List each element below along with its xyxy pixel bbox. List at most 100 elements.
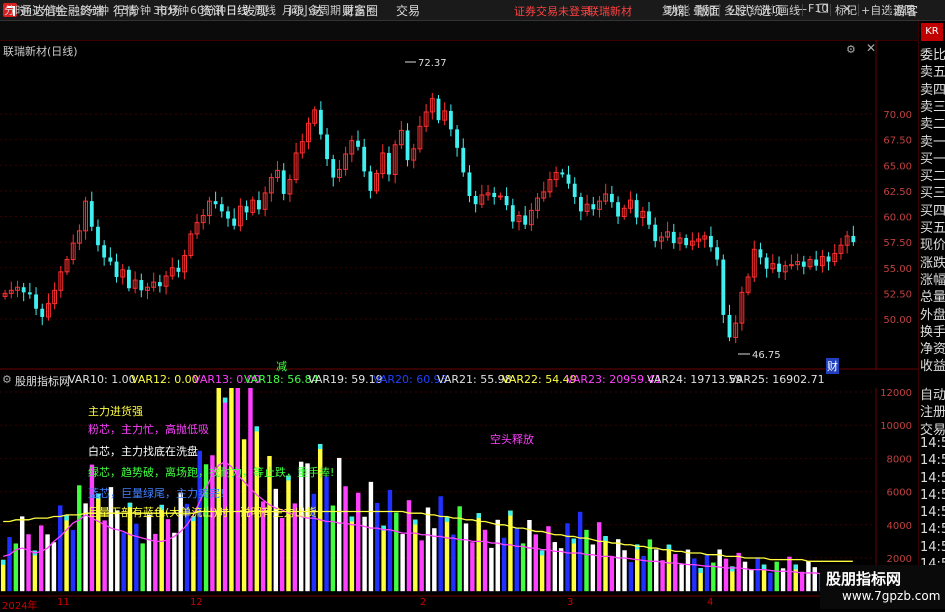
candle-body — [616, 202, 620, 217]
indicator-bar — [400, 534, 405, 592]
tool-f10[interactable]: F10 — [808, 2, 828, 15]
period-5min[interactable]: 5分钟 — [80, 2, 109, 18]
indicator-bar — [153, 533, 158, 592]
sidebar-label-6: 买一 — [920, 151, 945, 167]
finance-marker: 财 — [826, 358, 839, 374]
period-toolbar — [0, 21, 918, 41]
candle-body — [232, 218, 237, 226]
candle-body — [591, 204, 596, 210]
candle-body — [461, 147, 466, 173]
indicator-bar — [546, 526, 551, 592]
indicator-bar — [590, 544, 596, 592]
y-tick-label: 55.00 — [883, 264, 912, 275]
indicator-bar — [19, 516, 25, 592]
indicator-bar — [673, 554, 678, 592]
indicator-bar — [615, 539, 621, 592]
candle-body — [89, 201, 94, 227]
tool-diejia[interactable]: 叠加 — [693, 2, 715, 18]
candle-body — [504, 196, 509, 206]
indicator-bar — [489, 547, 494, 592]
candle-body — [157, 282, 162, 287]
tool-duogu[interactable]: 多股 — [724, 2, 746, 18]
indicator-bar — [349, 516, 355, 592]
sidebar-label-3: 14:5 — [920, 435, 945, 451]
period-monthly[interactable]: 月线 — [282, 2, 304, 18]
sidebar-label-1: 注册 — [920, 405, 945, 421]
legend-line-3: 白芯，主力找底在洗盘 — [88, 445, 198, 458]
indicator-bar — [539, 550, 545, 592]
indicator-bar — [660, 560, 665, 592]
candle-body — [851, 235, 856, 243]
period-fenshi[interactable]: 分时 — [4, 2, 26, 18]
toolbar-divider — [889, 4, 890, 16]
indicator-bar — [7, 537, 12, 592]
sidebar-label-4: 卖二 — [920, 117, 945, 133]
candlestick-chart[interactable]: 50.00 52.50 55.00 57.50 60.00 62.50 65.00 67.50… — [0, 40, 918, 370]
indicator-bar — [685, 549, 691, 592]
period-more[interactable]: 更多 — [343, 2, 365, 18]
sidebar-label-11: 现价 — [920, 238, 945, 254]
indicator-name[interactable]: 股朋指标网 — [15, 373, 70, 389]
candle-body — [318, 109, 323, 135]
sidebar-label-17: 净资 — [920, 342, 945, 358]
candle-body — [281, 170, 286, 194]
toolbar-divider — [688, 4, 689, 16]
indicator-bar — [622, 550, 627, 592]
indicator-bar — [749, 569, 754, 592]
chevron-right-icon[interactable]: › — [367, 2, 371, 15]
bar-cap — [254, 426, 260, 432]
period-15min[interactable]: 15分钟 — [115, 2, 151, 18]
chart-close-icon[interactable]: ✕ — [866, 41, 876, 55]
legend-line-2: 粉芯，主力忙，高抛低吸 — [88, 423, 209, 436]
var25-value: VAR25: 16902.71 — [729, 373, 825, 386]
indicator-bar — [609, 556, 615, 592]
chart-settings-icon[interactable]: ⚙ — [846, 43, 856, 56]
bar-cap — [444, 516, 450, 522]
period-daily[interactable]: 日线 — [226, 2, 248, 18]
candle-body — [473, 196, 478, 205]
tool-biaoji[interactable]: 标记 — [835, 2, 857, 18]
candle-body — [801, 261, 806, 267]
tool-add-favorite[interactable]: +自选 — [861, 2, 892, 18]
tool-fuquan[interactable]: 复权 — [662, 2, 684, 18]
bar-cap — [603, 536, 608, 542]
y-tick-label: 52.50 — [883, 289, 912, 300]
y-tick-label: 10000 — [880, 421, 912, 432]
login-warning[interactable]: 证券交易未登录 — [514, 3, 591, 19]
candle-body — [510, 205, 515, 222]
bar-cap — [413, 519, 418, 525]
candle-body — [814, 259, 819, 266]
indicator-bar — [755, 557, 760, 592]
candle-body — [634, 200, 639, 218]
date-year: 2024年 — [2, 601, 38, 612]
period-weekly[interactable]: 周线 — [254, 2, 276, 18]
candle-body — [21, 287, 26, 293]
toolbar-divider — [830, 4, 831, 16]
indicator-bar — [165, 519, 171, 592]
candle-body — [764, 257, 769, 269]
indicator-settings-icon[interactable]: ⚙ — [2, 373, 12, 386]
legend-line-1: 主力进货强 — [88, 405, 143, 418]
tool-tongji[interactable]: 统计 — [750, 2, 772, 18]
stock-news-link[interactable]: 联瑞新材 — [588, 3, 632, 19]
tool-fanhui[interactable]: 返回 — [893, 2, 915, 18]
indicator-bar — [742, 561, 748, 592]
sidebar-label-4: 14:5 — [920, 453, 945, 469]
menu-jiaoyi[interactable]: 交易 — [396, 2, 420, 19]
date-month-2: 2 — [420, 597, 427, 608]
low-price-label: 46.75 — [752, 350, 781, 361]
tool-huaxian[interactable]: 画线 — [778, 2, 800, 18]
period-1min[interactable]: 1分钟 — [33, 2, 62, 18]
sidebar-label-5: 14:5 — [920, 470, 945, 486]
indicator-bar — [679, 564, 684, 592]
date-month-3: 3 — [567, 597, 574, 608]
period-30min[interactable]: 30分钟 — [153, 2, 189, 18]
indicator-bar — [134, 523, 139, 592]
y-tick-label: 6000 — [887, 488, 912, 499]
indicator-bar — [692, 558, 697, 592]
bar-cap — [0, 559, 6, 565]
y-tick-label: 70.00 — [883, 110, 912, 121]
period-multi[interactable]: 多周期 — [308, 2, 341, 18]
indicator-bar — [666, 544, 672, 592]
period-60min[interactable]: 60分钟 — [190, 2, 226, 18]
